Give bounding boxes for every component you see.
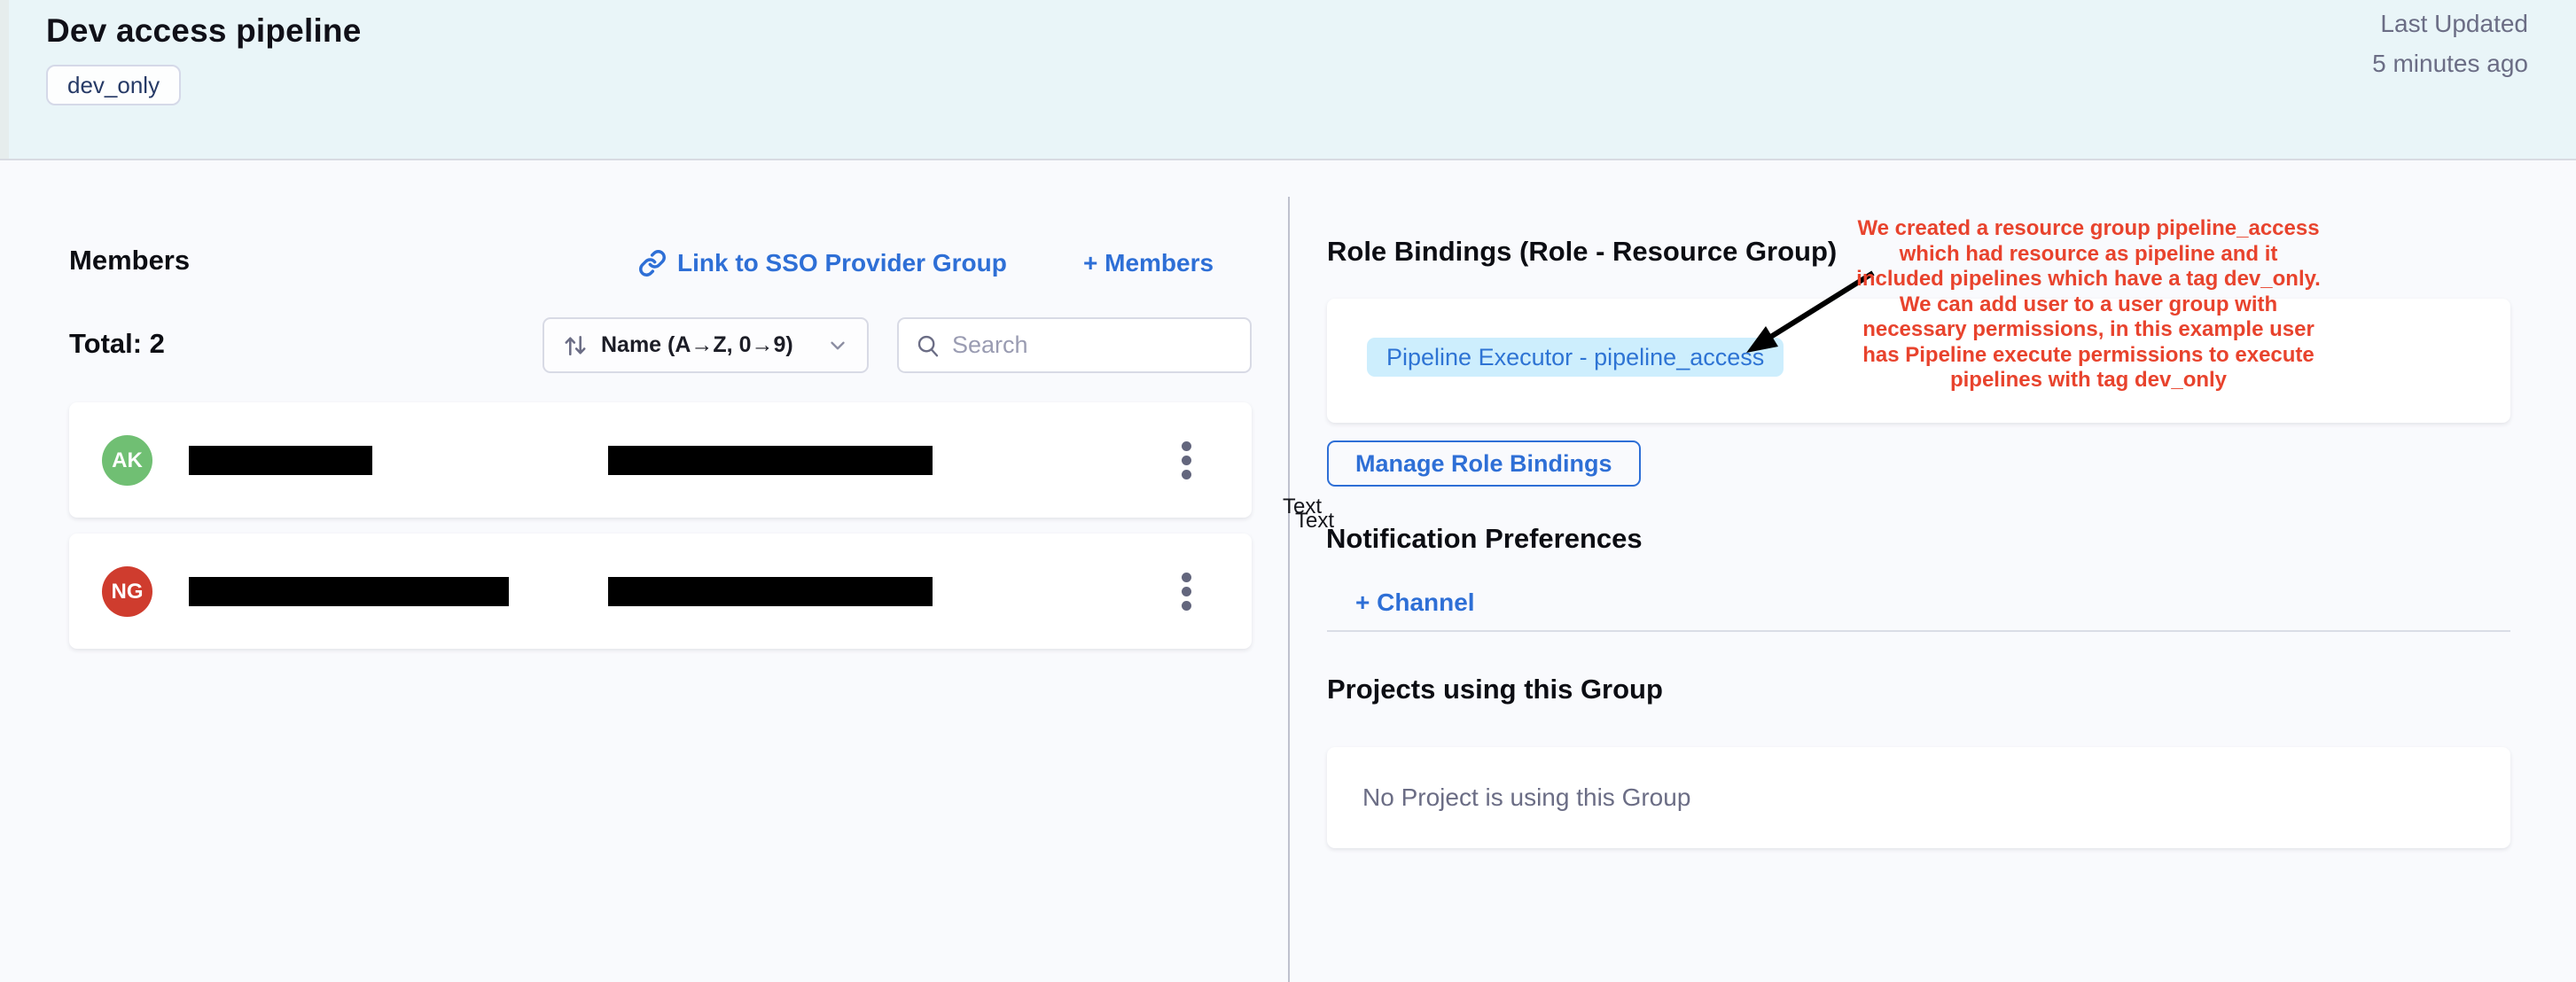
annotation-text: We created a resource group pipeline_acc… (1846, 216, 2331, 394)
sort-dropdown[interactable]: Name (A→Z, 0→9) (543, 317, 869, 373)
section-divider (1327, 630, 2510, 632)
projects-empty-card: No Project is using this Group (1327, 747, 2510, 848)
link-icon (638, 249, 667, 277)
kebab-menu-icon[interactable] (1168, 434, 1204, 486)
avatar: AK (102, 435, 152, 486)
last-updated-value: 5 minutes ago (2372, 43, 2528, 83)
group-tag-label: dev_only (67, 72, 160, 99)
redacted-member-email (608, 446, 933, 475)
add-members-button[interactable]: + Members (1083, 249, 1214, 277)
sort-arrows-icon (562, 332, 589, 359)
page-title: Dev access pipeline (46, 12, 362, 50)
projects-heading: Projects using this Group (1327, 674, 1663, 705)
annotation-line: included pipelines which have a tag dev_… (1846, 267, 2331, 292)
sort-selected-value: Name (A→Z, 0→9) (601, 332, 814, 358)
redacted-member-name (189, 577, 509, 606)
chevron-down-icon (826, 334, 849, 357)
role-bindings-heading: Role Bindings (Role - Resource Group) (1327, 236, 1837, 268)
notification-preferences-heading: Notification Preferences (1326, 523, 1643, 555)
annotation-line: which had resource as pipeline and it (1846, 242, 2331, 268)
page-header: Dev access pipeline dev_only Last Update… (0, 0, 2576, 160)
annotation-line: has Pipeline execute permissions to exec… (1846, 343, 2331, 369)
annotation-line: pipelines with tag dev_only (1846, 368, 2331, 394)
member-search (897, 317, 1252, 373)
annotation-line: We created a resource group pipeline_acc… (1846, 216, 2331, 242)
redacted-member-email (608, 577, 933, 606)
group-tag: dev_only (46, 65, 181, 105)
member-row: AK (69, 402, 1252, 518)
members-total: Total: 2 (69, 328, 165, 360)
avatar: NG (102, 566, 152, 617)
sso-link-label: Link to SSO Provider Group (677, 249, 1007, 277)
members-heading: Members (69, 245, 190, 277)
header-left-strip (0, 0, 9, 159)
projects-empty-message: No Project is using this Group (1362, 783, 1690, 812)
role-binding-chip: Pipeline Executor - pipeline_access (1367, 338, 1784, 377)
manage-role-bindings-button[interactable]: Manage Role Bindings (1327, 440, 1641, 487)
stray-text-label: Text (1295, 509, 1334, 534)
search-icon (915, 332, 941, 359)
last-updated: Last Updated 5 minutes ago (2372, 4, 2528, 83)
member-row: NG (69, 534, 1252, 649)
link-to-sso-provider-group-button[interactable]: Link to SSO Provider Group (638, 249, 1007, 277)
redacted-member-name (189, 446, 372, 475)
last-updated-label: Last Updated (2372, 4, 2528, 43)
panel-divider (1288, 197, 1290, 982)
kebab-menu-icon[interactable] (1168, 565, 1204, 617)
annotation-line: We can add user to a user group with (1846, 292, 2331, 318)
search-input[interactable] (952, 331, 1234, 359)
add-channel-button[interactable]: + Channel (1355, 588, 1475, 617)
annotation-line: necessary permissions, in this example u… (1846, 317, 2331, 343)
